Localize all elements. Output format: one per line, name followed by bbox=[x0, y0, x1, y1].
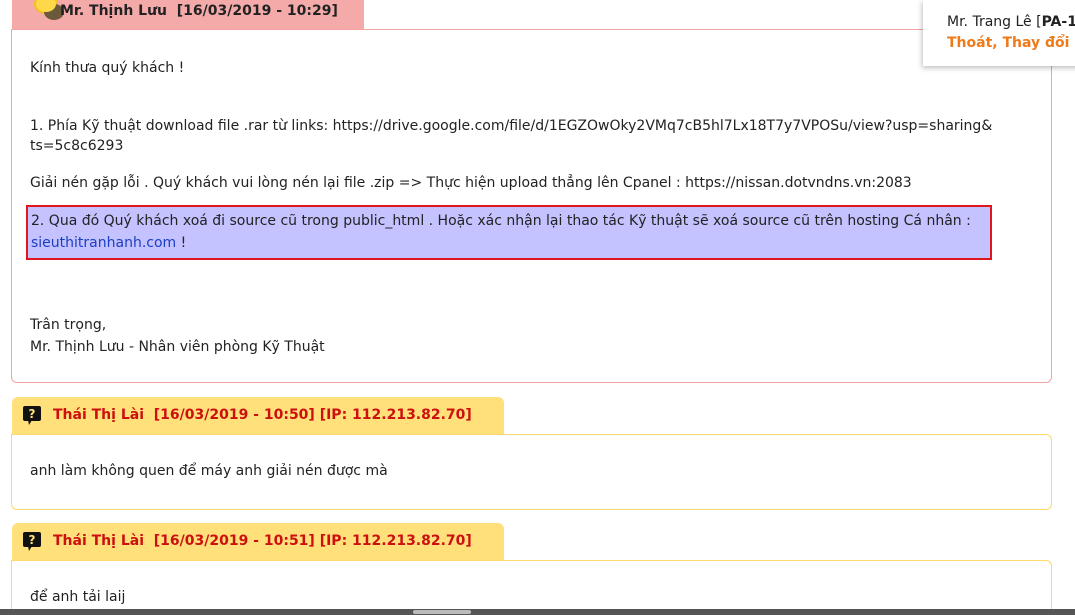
question-icon: ? bbox=[23, 532, 41, 551]
question-icon: ? bbox=[23, 406, 41, 425]
highlighted-note-text: 2. Qua đó Quý khách xoá đi source cũ tro… bbox=[31, 213, 971, 229]
customer-message-header: ? Thái Thị Lài [16/03/2019 - 10:50] [IP:… bbox=[12, 397, 504, 434]
user-links: Thoát, Thay đổi bbox=[947, 35, 1069, 51]
closing-text: Trân trọng, bbox=[30, 317, 107, 333]
staff-message-header: Mr. Thịnh Lưu [16/03/2019 - 10:29] bbox=[12, 0, 364, 29]
hosting-domain-link[interactable]: sieuthitranhanh.com bbox=[31, 235, 176, 251]
customer-message-text: anh làm không quen để máy anh giải nén đ… bbox=[30, 463, 388, 479]
user-name: Mr. Trang Lê [PA-1 bbox=[947, 14, 1075, 30]
logout-link[interactable]: Thoát bbox=[947, 35, 992, 51]
ticket-conversation: Mr. Thịnh Lưu [16/03/2019 - 10:29] Kính … bbox=[0, 0, 1075, 615]
instruction-line-2: Giải nén gặp lỗi . Quý khách vui lòng né… bbox=[30, 175, 912, 191]
svg-text:?: ? bbox=[29, 533, 36, 547]
svg-text:?: ? bbox=[29, 407, 36, 421]
highlighted-note: 2. Qua đó Quý khách xoá đi source cũ tro… bbox=[26, 205, 992, 260]
staff-author: Mr. Thịnh Lưu [16/03/2019 - 10:29] bbox=[60, 3, 338, 19]
customer-author: Thái Thị Lài [16/03/2019 - 10:50] [IP: 1… bbox=[53, 407, 472, 423]
customer-author: Thái Thị Lài [16/03/2019 - 10:51] [IP: 1… bbox=[53, 533, 472, 549]
customer-message-body: để anh tải laij bbox=[11, 560, 1052, 615]
customer-message-text: để anh tải laij bbox=[30, 589, 126, 605]
signature-text: Mr. Thịnh Lưu - Nhân viên phòng Kỹ Thuật bbox=[30, 339, 325, 355]
greeting-text: Kính thưa quý khách ! bbox=[30, 60, 185, 76]
customer-message-body: anh làm không quen để máy anh giải nén đ… bbox=[11, 434, 1052, 510]
user-panel: Mr. Trang Lê [PA-1 Thoát, Thay đổi bbox=[923, 0, 1075, 66]
highlighted-note-end: ! bbox=[176, 235, 187, 251]
user-code: PA-1 bbox=[1041, 14, 1075, 30]
scrollbar-thumb[interactable] bbox=[413, 610, 471, 614]
instruction-line-1-cont: ts=5c8c6293 bbox=[30, 138, 124, 154]
horizontal-scrollbar[interactable] bbox=[0, 609, 1075, 615]
customer-message-header: ? Thái Thị Lài [16/03/2019 - 10:51] [IP:… bbox=[12, 523, 504, 560]
change-link[interactable]: Thay đổi bbox=[1002, 35, 1069, 51]
instruction-line-1: 1. Phía Kỹ thuật download file .rar từ l… bbox=[30, 118, 993, 134]
link-separator: , bbox=[992, 35, 1003, 51]
staff-message-body: Kính thưa quý khách ! 1. Phía Kỹ thuật d… bbox=[11, 29, 1052, 383]
